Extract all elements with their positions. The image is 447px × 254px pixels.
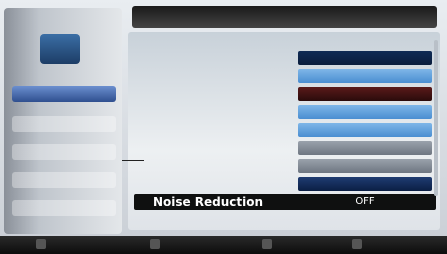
hint-item (150, 239, 163, 251)
picture-icon (40, 34, 80, 64)
bottom-hint-bar (0, 236, 447, 254)
sidebar-item[interactable] (12, 144, 116, 160)
row-value (298, 159, 432, 173)
hint-item (352, 239, 365, 251)
sidebar-item[interactable] (12, 200, 116, 216)
title-bar (132, 6, 437, 28)
row-value (298, 51, 432, 65)
noise-reduction-row[interactable]: Noise Reduction OFF (134, 194, 436, 210)
row-value (298, 177, 432, 191)
key-icon (262, 239, 272, 249)
settings-panel: Noise Reduction OFF (128, 32, 440, 230)
sidebar (4, 8, 122, 234)
row-value (298, 87, 432, 101)
row-value (298, 105, 432, 119)
settings-row[interactable] (134, 140, 436, 156)
sidebar-item[interactable] (12, 116, 116, 132)
settings-row[interactable] (134, 158, 436, 174)
noise-reduction-value: OFF (355, 196, 375, 207)
scrollbar[interactable] (434, 40, 438, 196)
row-value (298, 69, 432, 83)
settings-row[interactable] (134, 122, 436, 138)
settings-row[interactable] (134, 68, 436, 84)
hint-item (262, 239, 275, 251)
key-icon (352, 239, 362, 249)
settings-row[interactable] (134, 104, 436, 120)
callout-line (122, 160, 144, 161)
noise-reduction-label: Noise Reduction (152, 195, 264, 209)
key-icon (36, 239, 46, 249)
settings-row[interactable] (134, 176, 436, 192)
row-value (298, 141, 432, 155)
key-icon (150, 239, 160, 249)
hint-item (36, 239, 49, 251)
settings-row[interactable] (134, 86, 436, 102)
sidebar-item[interactable] (12, 172, 116, 188)
sidebar-item-selected[interactable] (12, 86, 116, 102)
row-value (298, 123, 432, 137)
settings-row[interactable] (134, 50, 436, 66)
